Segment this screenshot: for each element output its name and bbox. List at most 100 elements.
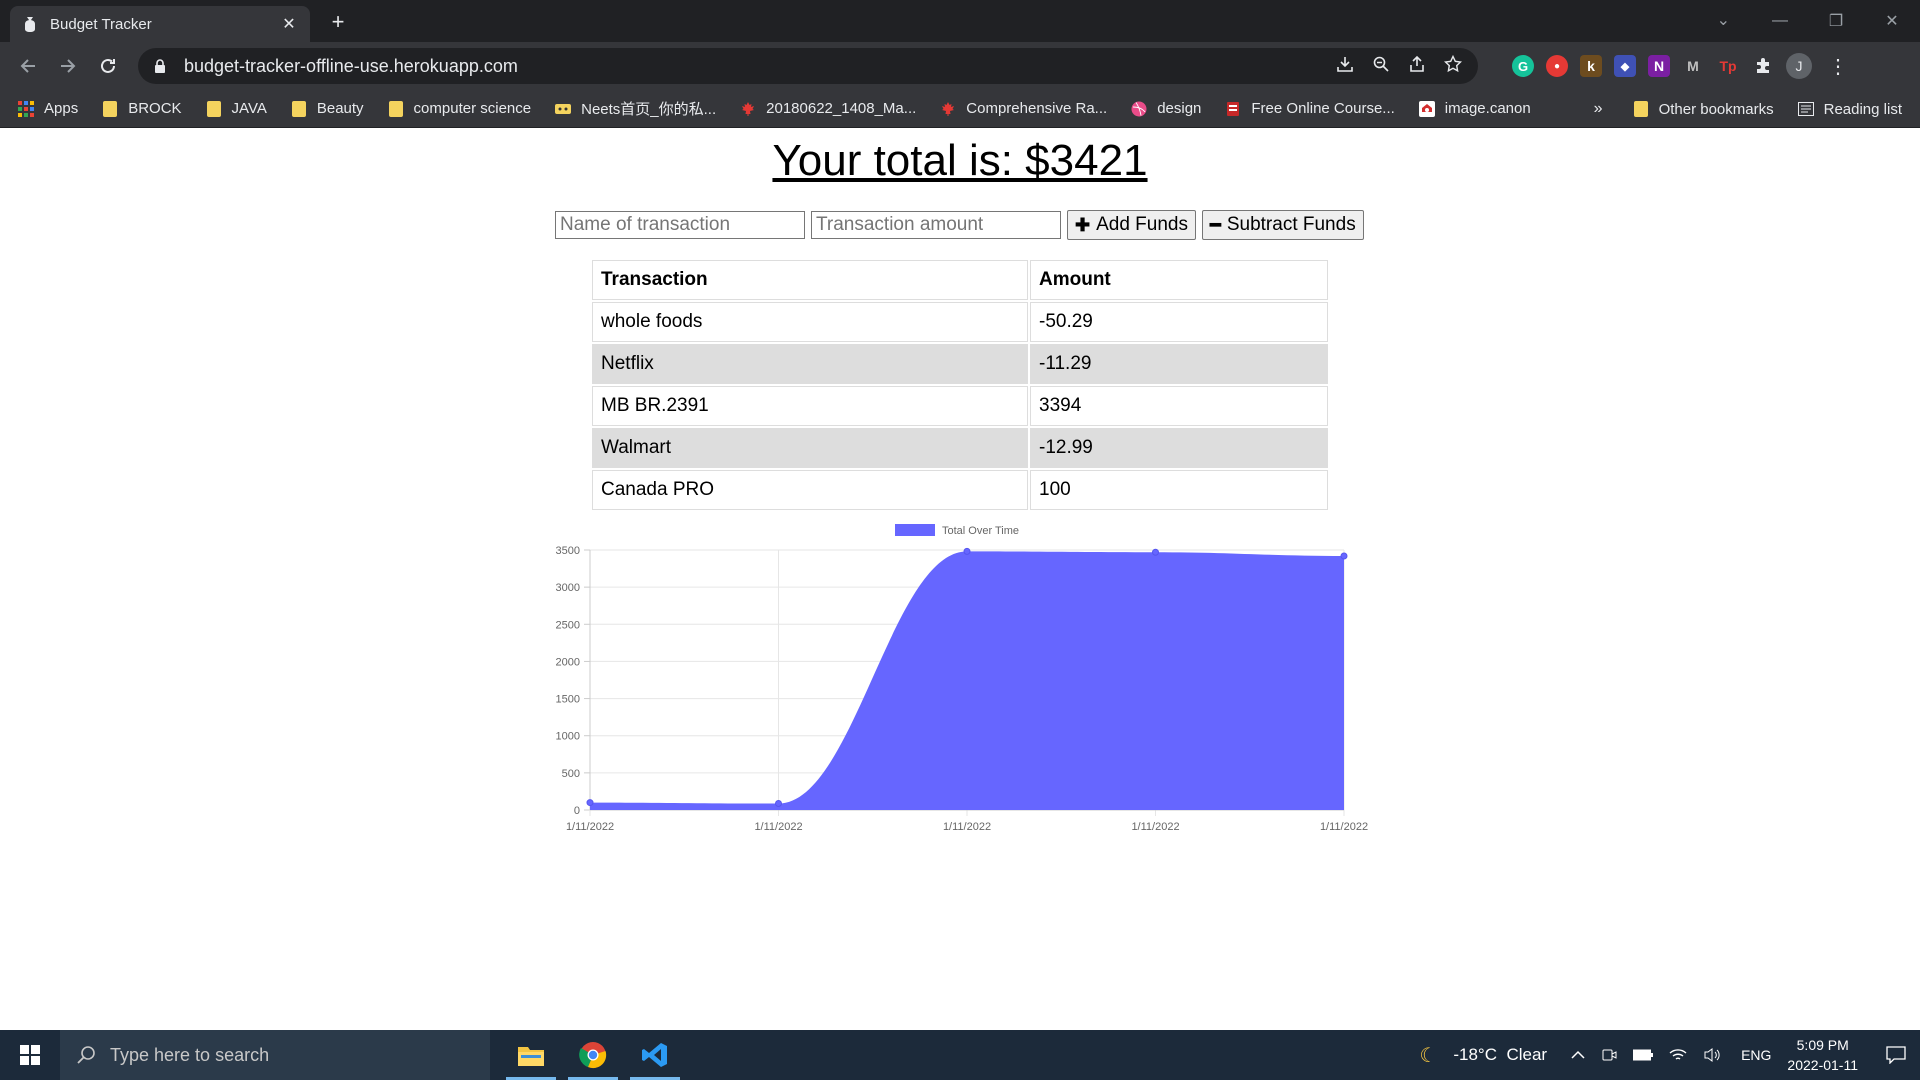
tp-extension-icon[interactable]: Tp xyxy=(1716,55,1740,77)
transaction-amount: -50.29 xyxy=(1030,302,1328,342)
bookmark-apps[interactable]: Apps xyxy=(18,100,78,117)
data-point xyxy=(1152,548,1159,556)
table-row: whole foods -50.29 xyxy=(592,302,1328,342)
subtract-funds-button[interactable]: ━ Subtract Funds xyxy=(1202,210,1364,240)
x-tick-label: 1/11/2022 xyxy=(566,821,614,833)
taskbar-apps xyxy=(500,1030,686,1080)
bookmark-neets[interactable]: Neets首页_你的私... xyxy=(555,98,716,119)
chevron-up-icon[interactable] xyxy=(1571,1050,1585,1060)
bookmark-other-bookmarks[interactable]: Other bookmarks xyxy=(1633,101,1774,118)
reload-icon[interactable] xyxy=(88,46,128,86)
y-tick-label: 1000 xyxy=(556,731,580,743)
chrome-icon[interactable] xyxy=(562,1030,624,1080)
forward-arrow-icon[interactable] xyxy=(48,46,88,86)
k-extension-icon[interactable]: k xyxy=(1580,55,1602,77)
add-funds-button[interactable]: ✚ Add Funds xyxy=(1067,210,1196,240)
meet-now-icon[interactable] xyxy=(1601,1047,1617,1063)
transaction-name: Netflix xyxy=(592,344,1028,384)
close-tab-icon[interactable]: ✕ xyxy=(280,15,298,33)
data-point xyxy=(586,799,594,807)
battery-icon[interactable] xyxy=(1633,1049,1654,1061)
table-row: Netflix -11.29 xyxy=(592,344,1328,384)
minimize-icon[interactable]: — xyxy=(1752,0,1808,42)
file-explorer-icon[interactable] xyxy=(500,1030,562,1080)
page-content: Your total is: $3421 ✚ Add Funds ━ Subtr… xyxy=(0,128,1920,1030)
chart-svg: 0 500 1000 1500 2000 2500 3000 3500 1/11/2022 1/1… xyxy=(556,524,1368,833)
bookmark-comprehensive[interactable]: Comprehensive Ra... xyxy=(940,100,1107,117)
bookmark-design[interactable]: design xyxy=(1131,100,1201,117)
system-tray: ☾ -18°C Clear ENG 5:09 PM 2022-01-11 xyxy=(1411,1030,1920,1080)
legend-swatch xyxy=(895,524,935,536)
bookmark-brock[interactable]: BROCK xyxy=(102,100,182,117)
m-extension-icon[interactable]: M xyxy=(1682,55,1704,77)
restore-icon[interactable]: ❐ xyxy=(1808,0,1864,42)
volume-icon[interactable] xyxy=(1703,1047,1721,1063)
install-app-icon[interactable] xyxy=(1336,55,1354,78)
bookmark-label: BROCK xyxy=(128,100,182,117)
bookmarks-right: » Other bookmarks Reading list xyxy=(1594,90,1902,128)
tab-budget-tracker[interactable]: Budget Tracker ✕ xyxy=(10,6,310,42)
apps-grid-icon xyxy=(18,100,34,117)
lock-icon[interactable] xyxy=(154,59,170,73)
extensions-row: G ● k ◆ N M Tp J ⋮ xyxy=(1512,48,1848,84)
new-tab-icon[interactable]: + xyxy=(326,9,350,34)
tab-strip: Budget Tracker ✕ + ⌄ — ❐ ✕ xyxy=(0,0,1920,42)
language-indicator[interactable]: ENG xyxy=(1741,1047,1771,1063)
bookmark-computer-science[interactable]: computer science xyxy=(388,100,532,117)
bookmark-free-online-course[interactable]: Free Online Course... xyxy=(1225,100,1395,117)
transaction-amount: 100 xyxy=(1030,470,1328,510)
bookmark-java[interactable]: JAVA xyxy=(206,100,267,117)
bookmark-star-icon[interactable] xyxy=(1443,54,1463,78)
notification-icon[interactable] xyxy=(1872,1030,1920,1080)
wifi-icon[interactable] xyxy=(1669,1048,1687,1062)
weather-text[interactable]: -18°C Clear xyxy=(1453,1045,1547,1065)
zoom-icon[interactable] xyxy=(1372,55,1390,78)
clock[interactable]: 5:09 PM 2022-01-11 xyxy=(1787,1035,1858,1075)
transaction-name-input[interactable] xyxy=(555,211,805,239)
address-bar[interactable]: budget-tracker-offline-use.herokuapp.com xyxy=(138,48,1478,84)
transaction-name: Canada PRO xyxy=(592,470,1028,510)
tab-search-icon[interactable]: ⌄ xyxy=(1717,10,1730,30)
bookmark-label: design xyxy=(1157,100,1202,117)
reading-list[interactable]: Reading list xyxy=(1797,101,1902,118)
adblock-extension-icon[interactable]: ● xyxy=(1546,55,1568,77)
kebab-menu-icon[interactable]: ⋮ xyxy=(1828,54,1848,79)
windows-start-icon[interactable] xyxy=(0,1030,60,1080)
total-over-time-chart: 0 500 1000 1500 2000 2500 3000 3500 1/11/2022 1/1… xyxy=(540,520,1380,860)
transaction-name: Walmart xyxy=(592,428,1028,468)
grammarly-extension-icon[interactable]: G xyxy=(1512,55,1534,77)
vscode-icon[interactable] xyxy=(624,1030,686,1080)
add-funds-label: Add Funds xyxy=(1096,214,1188,235)
bookmarks-overflow-chevron[interactable]: » xyxy=(1594,100,1603,118)
bookmark-beauty[interactable]: Beauty xyxy=(291,100,364,117)
bookmark-label: Comprehensive Ra... xyxy=(966,100,1108,117)
url-text[interactable]: budget-tracker-offline-use.herokuapp.com xyxy=(184,56,1336,77)
moon-weather-icon[interactable]: ☾ xyxy=(1419,1043,1437,1068)
y-tick-label: 3500 xyxy=(556,545,580,557)
tab-title: Budget Tracker xyxy=(50,15,152,33)
onenote-extension-icon[interactable]: N xyxy=(1648,55,1670,77)
folder-icon xyxy=(206,100,222,117)
bookmark-label: Apps xyxy=(44,100,79,117)
transaction-amount-input[interactable] xyxy=(811,211,1061,239)
bookmark-label: Other bookmarks xyxy=(1658,100,1774,118)
canon-icon xyxy=(1418,100,1435,117)
plus-icon: ✚ xyxy=(1075,214,1091,235)
bookmark-label: Beauty xyxy=(316,100,364,117)
blue-extension-icon[interactable]: ◆ xyxy=(1614,55,1636,77)
share-icon[interactable] xyxy=(1408,55,1426,78)
x-tick-label: 1/11/2022 xyxy=(943,821,991,833)
bookmark-image-canon[interactable]: image.canon xyxy=(1418,100,1531,117)
close-window-icon[interactable]: ✕ xyxy=(1864,0,1920,42)
taskbar-search-box[interactable]: Type here to search xyxy=(60,1030,490,1080)
series-area-total-over-time xyxy=(590,551,1344,810)
profile-avatar[interactable]: J xyxy=(1786,53,1812,79)
money-bag-icon xyxy=(22,16,38,32)
bookmark-20180622[interactable]: 20180622_1408_Ma... xyxy=(740,100,916,117)
folder-icon xyxy=(102,100,118,117)
puzzle-extensions-icon[interactable] xyxy=(1752,55,1774,77)
transaction-name: MB BR.2391 xyxy=(592,386,1028,426)
bookmark-label: computer science xyxy=(413,100,532,117)
back-arrow-icon[interactable] xyxy=(8,46,48,86)
column-header-amount: Amount xyxy=(1030,260,1328,300)
